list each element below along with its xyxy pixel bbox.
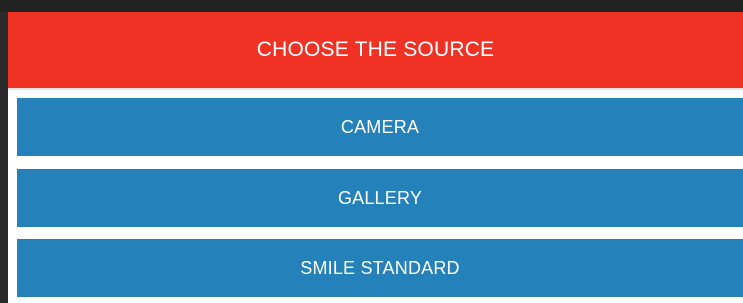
camera-option-button[interactable]: CAMERA — [17, 98, 743, 156]
header-divider — [8, 88, 743, 90]
gallery-option-label: GALLERY — [337, 187, 423, 208]
gallery-option-button[interactable]: GALLERY — [17, 169, 743, 227]
screen-backdrop — [0, 0, 743, 12]
camera-option-label: CAMERA — [340, 116, 420, 137]
choose-source-dialog: CHOOSE THE SOURCE CAMERA GALLERY SMILE S… — [8, 12, 743, 303]
smile-standard-option-button[interactable]: SMILE STANDARD — [17, 239, 743, 297]
dialog-header: CHOOSE THE SOURCE — [8, 12, 743, 88]
smile-standard-option-label: SMILE STANDARD — [300, 257, 460, 278]
dialog-title: CHOOSE THE SOURCE — [256, 38, 495, 61]
